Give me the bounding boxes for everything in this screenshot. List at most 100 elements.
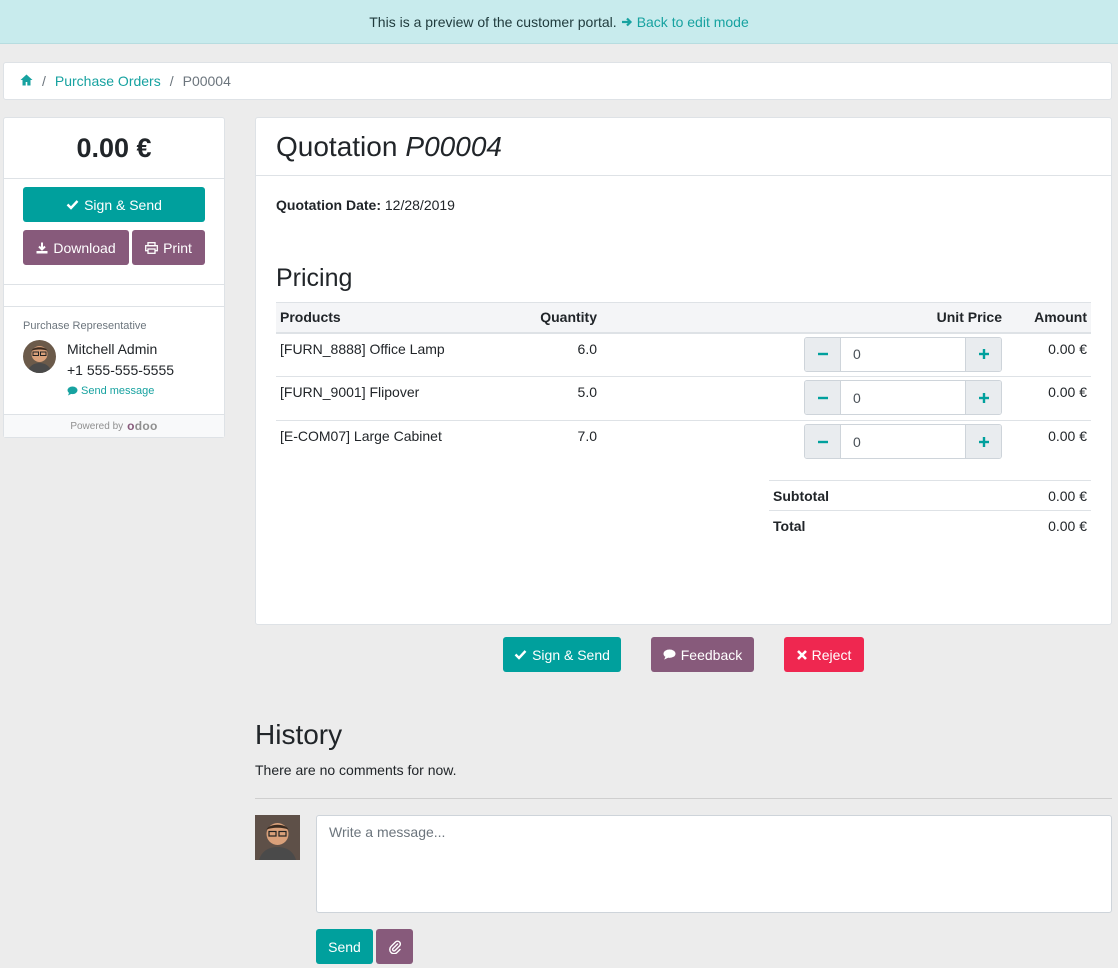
powered-by-footer: Powered by odoo <box>4 414 224 437</box>
feedback-label: Feedback <box>680 646 743 663</box>
plus-icon <box>978 436 989 447</box>
header-unit-price: Unit Price <box>601 302 1006 334</box>
comment-icon <box>663 649 676 660</box>
sign-and-send-bottom-button[interactable]: Sign & Send <box>503 637 621 672</box>
amount-cell: 0.00 € <box>1006 376 1091 421</box>
subtotal-value: 0.00 € <box>1048 487 1087 504</box>
arrow-right-icon <box>621 17 632 26</box>
subtotal-label: Subtotal <box>773 487 829 504</box>
reject-label: Reject <box>811 646 852 663</box>
product-cell: [FURN_9001] Flipover <box>276 376 516 421</box>
quotation-header: Quotation P00004 <box>256 118 1111 176</box>
user-avatar <box>255 815 300 860</box>
plus-icon <box>978 392 989 403</box>
unit-price-cell <box>601 421 1006 465</box>
check-icon <box>514 650 527 660</box>
table-row: [FURN_8888] Office Lamp 6.0 0.00 € <box>276 332 1091 377</box>
sign-and-send-label: Sign & Send <box>84 196 162 213</box>
quotation-date-label: Quotation Date: <box>276 197 381 213</box>
divider <box>4 284 224 285</box>
breadcrumb-separator: / <box>42 73 46 89</box>
unit-price-input[interactable] <box>841 337 965 371</box>
download-label: Download <box>53 239 116 256</box>
odoo-logo: odoo <box>127 419 158 433</box>
pricing-title: Pricing <box>276 264 353 292</box>
quotation-card: Quotation P00004 Quotation Date: 12/28/2… <box>255 117 1112 625</box>
unit-price-stepper <box>804 380 1002 415</box>
check-icon <box>66 200 79 210</box>
print-icon <box>145 241 159 254</box>
representative-phone: +1 555-555-5555 <box>67 362 175 378</box>
divider <box>4 306 224 307</box>
representative-name: Mitchell Admin <box>67 341 158 357</box>
send-message-link[interactable]: Send message <box>67 385 154 397</box>
home-link[interactable] <box>20 73 33 89</box>
sign-and-send-button[interactable]: Sign & Send <box>23 187 205 222</box>
subtotal-row: Subtotal 0.00 € <box>769 480 1091 510</box>
send-message-label: Send message <box>81 385 155 397</box>
decrease-button[interactable] <box>805 425 841 458</box>
attach-button[interactable] <box>376 929 413 964</box>
paperclip-icon <box>388 939 401 954</box>
purchase-representative-label: Purchase Representative <box>23 320 147 332</box>
breadcrumb-current: P00004 <box>182 73 231 89</box>
decrease-button[interactable] <box>805 381 841 414</box>
table-row: [E-COM07] Large Cabinet 7.0 0.00 € <box>276 421 1091 465</box>
print-label: Print <box>163 239 192 256</box>
minus-icon <box>817 440 828 443</box>
plus-icon <box>978 349 989 359</box>
quantity-cell: 5.0 <box>516 376 601 421</box>
increase-button[interactable] <box>965 381 1001 414</box>
header-quantity: Quantity <box>516 302 601 334</box>
back-to-edit-mode-link[interactable]: Back to edit mode <box>621 14 749 30</box>
unit-price-input[interactable] <box>841 425 965 458</box>
total-amount: 0.00 € <box>4 118 224 179</box>
minus-icon <box>817 396 828 399</box>
preview-banner-text: This is a preview of the customer portal… <box>369 13 617 30</box>
print-button[interactable]: Print <box>132 230 205 265</box>
comment-icon <box>67 386 78 396</box>
unit-price-cell <box>601 332 1006 377</box>
back-to-edit-mode-label: Back to edit mode <box>636 13 749 30</box>
amount-cell: 0.00 € <box>1048 428 1087 444</box>
table-row: [FURN_9001] Flipover 5.0 0.00 € <box>276 376 1091 421</box>
minus-icon <box>817 352 828 356</box>
quotation-date: Quotation Date: 12/28/2019 <box>276 197 455 213</box>
total-row: Total 0.00 € <box>769 510 1091 540</box>
send-button[interactable]: Send <box>316 929 373 964</box>
quotation-reference: P00004 <box>405 130 502 162</box>
download-icon <box>36 242 48 253</box>
quotation-date-value: 12/28/2019 <box>384 197 455 213</box>
decrease-button[interactable] <box>805 337 841 371</box>
total-label: Total <box>773 517 806 534</box>
message-input[interactable] <box>316 815 1112 913</box>
breadcrumb-purchase-orders[interactable]: Purchase Orders <box>55 73 161 89</box>
unit-price-input[interactable] <box>841 381 965 414</box>
powered-by-label: Powered by <box>70 420 124 432</box>
quotation-title: Quotation <box>276 130 398 162</box>
breadcrumb: / Purchase Orders / P00004 <box>3 62 1112 100</box>
close-icon <box>796 649 807 660</box>
divider <box>255 798 1112 799</box>
sidebar: 0.00 € Sign & Send Download Print Purcha… <box>3 117 225 438</box>
history-title: History <box>255 719 343 750</box>
breadcrumb-separator: / <box>169 73 174 89</box>
unit-price-stepper <box>804 336 1002 372</box>
history-empty-text: There are no comments for now. <box>255 762 457 778</box>
home-icon <box>20 74 33 86</box>
increase-button[interactable] <box>965 425 1001 458</box>
table-header-row: Products Quantity Unit Price Amount <box>276 302 1091 334</box>
totals-table: Subtotal 0.00 € Total 0.00 € <box>769 480 1091 540</box>
quantity-cell: 7.0 <box>577 428 597 444</box>
download-button[interactable]: Download <box>23 230 129 265</box>
increase-button[interactable] <box>965 337 1001 371</box>
header-amount: Amount <box>1006 302 1091 334</box>
order-lines-table: Products Quantity Unit Price Amount [FUR… <box>276 302 1091 465</box>
unit-price-stepper <box>804 424 1002 459</box>
feedback-button[interactable]: Feedback <box>651 637 754 672</box>
quantity-cell: 6.0 <box>516 332 601 377</box>
sign-and-send-bottom-label: Sign & Send <box>532 646 610 663</box>
total-value: 0.00 € <box>1048 517 1087 534</box>
reject-button[interactable]: Reject <box>784 637 864 672</box>
unit-price-cell <box>601 376 1006 421</box>
